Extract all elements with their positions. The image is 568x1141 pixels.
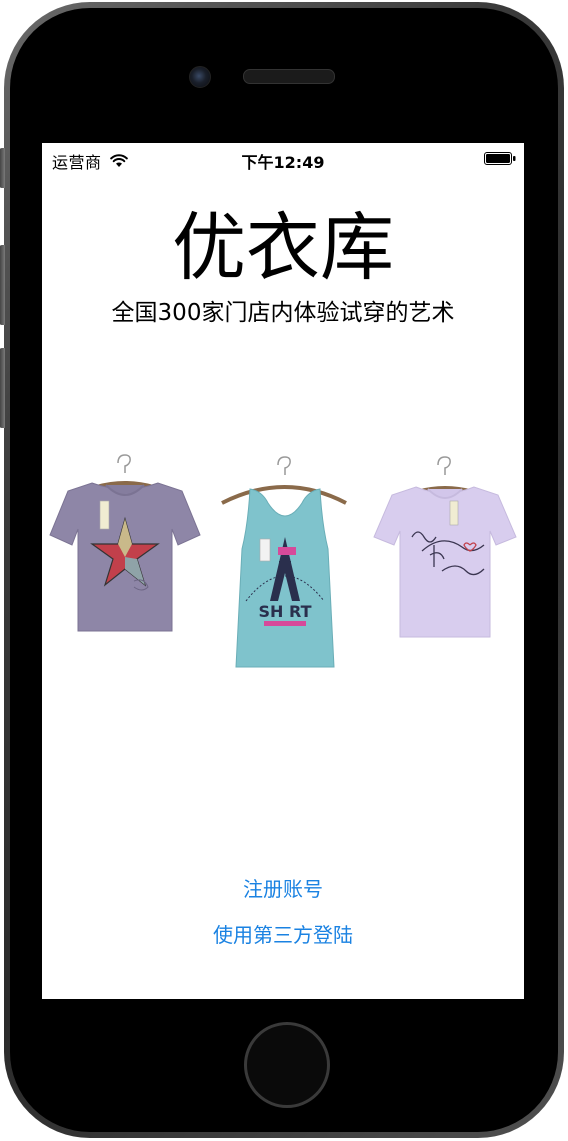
home-button[interactable] (244, 1022, 330, 1108)
wooden-hanger (221, 485, 347, 505)
mute-switch (0, 148, 5, 188)
status-bar: 运营商 下午12:49 (42, 143, 524, 175)
brand-tagline: 全国300家门店内体验试穿的艺术 (111, 300, 455, 326)
volume-down-button (0, 348, 5, 428)
brand-title: 优衣库 (172, 205, 394, 291)
price-tag (259, 538, 271, 562)
svg-text:SH RT: SH RT (259, 602, 312, 621)
purple-tshirt[interactable] (48, 449, 202, 634)
volume-up-button (0, 245, 5, 325)
teal-tank-top[interactable]: SH RT (216, 451, 352, 669)
price-tag (99, 500, 110, 530)
product-showcase: SH RT (42, 443, 524, 673)
lavender-tshirt[interactable] (372, 451, 518, 641)
status-time: 下午12:49 (241, 153, 325, 172)
app-screen: 运营商 下午12:49 优衣库 全国300家门店内体验试穿的艺术 SH RT 注… (42, 143, 524, 999)
earpiece-speaker (243, 69, 335, 84)
hanger-hook (437, 456, 451, 475)
third-party-login-link[interactable]: 使用第三方登陆 (42, 919, 524, 948)
front-camera (189, 66, 211, 88)
battery-icon (484, 152, 516, 165)
hanger-hook (117, 454, 131, 473)
price-tag (449, 500, 459, 526)
hanger-hook (277, 456, 291, 475)
register-account-link[interactable]: 注册账号 (42, 873, 524, 902)
